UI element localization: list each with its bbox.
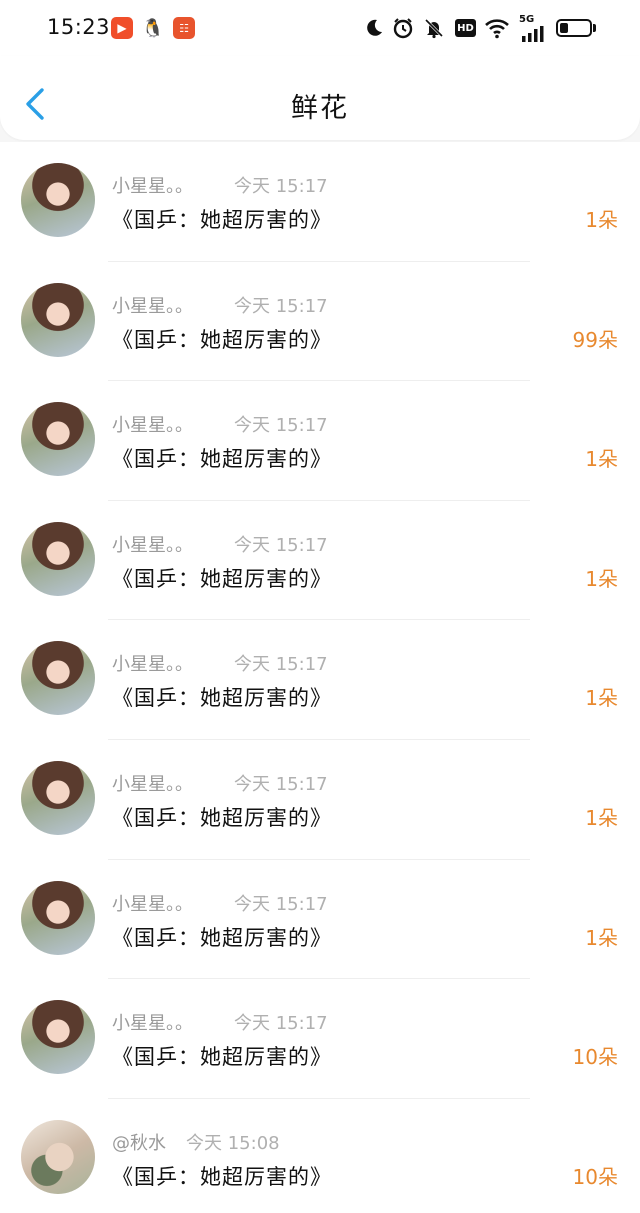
flower-count: 1朵 (585, 686, 618, 711)
list-item[interactable]: 小星星。。 今天 15:17 《国乒：她超厉害的》 1朵 (0, 500, 640, 621)
list-item[interactable]: 小星星。。 今天 15:17 《国乒：她超厉害的》 1朵 (0, 142, 640, 262)
avatar[interactable] (21, 760, 95, 835)
flower-count: 1朵 (585, 925, 618, 950)
page-title: 鲜花 (291, 93, 349, 124)
message-text: 《国乒：她超厉害的》 (112, 805, 332, 830)
sent-time: 今天 15:17 (234, 893, 328, 915)
nav-bar: 鲜花 (0, 56, 640, 140)
sent-time: 今天 15:17 (234, 654, 328, 676)
message-text: 《国乒：她超厉害的》 (112, 925, 332, 950)
avatar[interactable] (21, 1119, 95, 1194)
alarm-icon (392, 16, 414, 40)
avatar[interactable] (21, 880, 95, 955)
flower-count: 1朵 (585, 566, 618, 591)
sent-time: 今天 15:17 (234, 1013, 328, 1035)
sent-time: 今天 15:08 (186, 1132, 280, 1154)
flower-count: 10朵 (572, 1164, 618, 1189)
hd-badge: HD (455, 19, 476, 37)
status-bar: 15:23 ▶ 🐧 ☷ HD 5G (0, 0, 640, 56)
message-text: 《国乒：她超厉害的》 (112, 447, 332, 472)
avatar[interactable] (21, 641, 95, 716)
sender-name[interactable]: 小星星。。 (112, 770, 193, 796)
video-app-icon: ▶ (111, 17, 133, 39)
flower-count: 10朵 (572, 1045, 618, 1070)
message-text: 《国乒：她超厉害的》 (112, 208, 332, 232)
avatar[interactable] (21, 402, 95, 477)
list-item[interactable]: 小星星。。 今天 15:17 《国乒：她超厉害的》 1朵 (0, 381, 640, 501)
flower-count: 1朵 (585, 208, 618, 232)
sender-name[interactable]: 小星星。。 (112, 650, 193, 676)
flower-count: 1朵 (585, 447, 618, 472)
sender-name[interactable]: @秋水 (112, 1129, 166, 1155)
sent-time: 今天 15:17 (234, 415, 328, 437)
avatar[interactable] (21, 163, 95, 237)
sent-time: 今天 15:17 (234, 295, 328, 317)
sender-name[interactable]: 小星星。。 (112, 531, 193, 557)
battery-cap (593, 24, 596, 32)
sent-time: 今天 15:17 (234, 773, 328, 795)
sender-name[interactable]: 小星星。。 (112, 411, 193, 437)
sender-name[interactable]: 小星星。。 (112, 1009, 193, 1035)
sender-name[interactable]: 小星星。。 (112, 292, 193, 318)
flower-count: 1朵 (585, 805, 618, 830)
shopping-app-icon: ☷ (173, 17, 195, 39)
message-text: 《国乒：她超厉害的》 (112, 1164, 332, 1189)
list-item[interactable]: @秋水 今天 15:08 《国乒：她超厉害的》 10朵 (0, 1098, 640, 1213)
status-time: 15:23 (47, 15, 111, 39)
qq-app-icon: 🐧 (141, 17, 165, 39)
moon-icon (364, 16, 384, 40)
message-text: 《国乒：她超厉害的》 (112, 327, 332, 352)
flower-list: 小星星。。 今天 15:17 《国乒：她超厉害的》 1朵 小星星。。 今天 15:17 《国… (0, 142, 640, 1213)
list-item[interactable]: 小星星。。 今天 15:17 《国乒：她超厉害的》 99朵 (0, 261, 640, 382)
battery-icon (556, 19, 592, 37)
sender-name[interactable]: 小星星。。 (112, 172, 193, 198)
flower-count: 99朵 (572, 327, 618, 352)
sent-time: 今天 15:17 (234, 176, 328, 197)
list-item[interactable]: 小星星。。 今天 15:17 《国乒：她超厉害的》 1朵 (0, 620, 640, 740)
sender-name[interactable]: 小星星。。 (112, 890, 193, 916)
message-text: 《国乒：她超厉害的》 (112, 1045, 332, 1070)
battery-level (560, 23, 568, 33)
bell-off-icon (423, 16, 445, 40)
list-item[interactable]: 小星星。。 今天 15:17 《国乒：她超厉害的》 10朵 (0, 979, 640, 1099)
avatar[interactable] (21, 1000, 95, 1075)
wifi-icon (484, 16, 510, 40)
signal-icon (521, 22, 547, 46)
message-text: 《国乒：她超厉害的》 (112, 686, 332, 711)
avatar[interactable] (21, 521, 95, 596)
list-item[interactable]: 小星星。。 今天 15:17 《国乒：她超厉害的》 1朵 (0, 739, 640, 860)
list-item[interactable]: 小星星。。 今天 15:17 《国乒：她超厉害的》 1朵 (0, 859, 640, 980)
avatar[interactable] (21, 282, 95, 357)
message-text: 《国乒：她超厉害的》 (112, 566, 332, 591)
sent-time: 今天 15:17 (234, 534, 328, 556)
